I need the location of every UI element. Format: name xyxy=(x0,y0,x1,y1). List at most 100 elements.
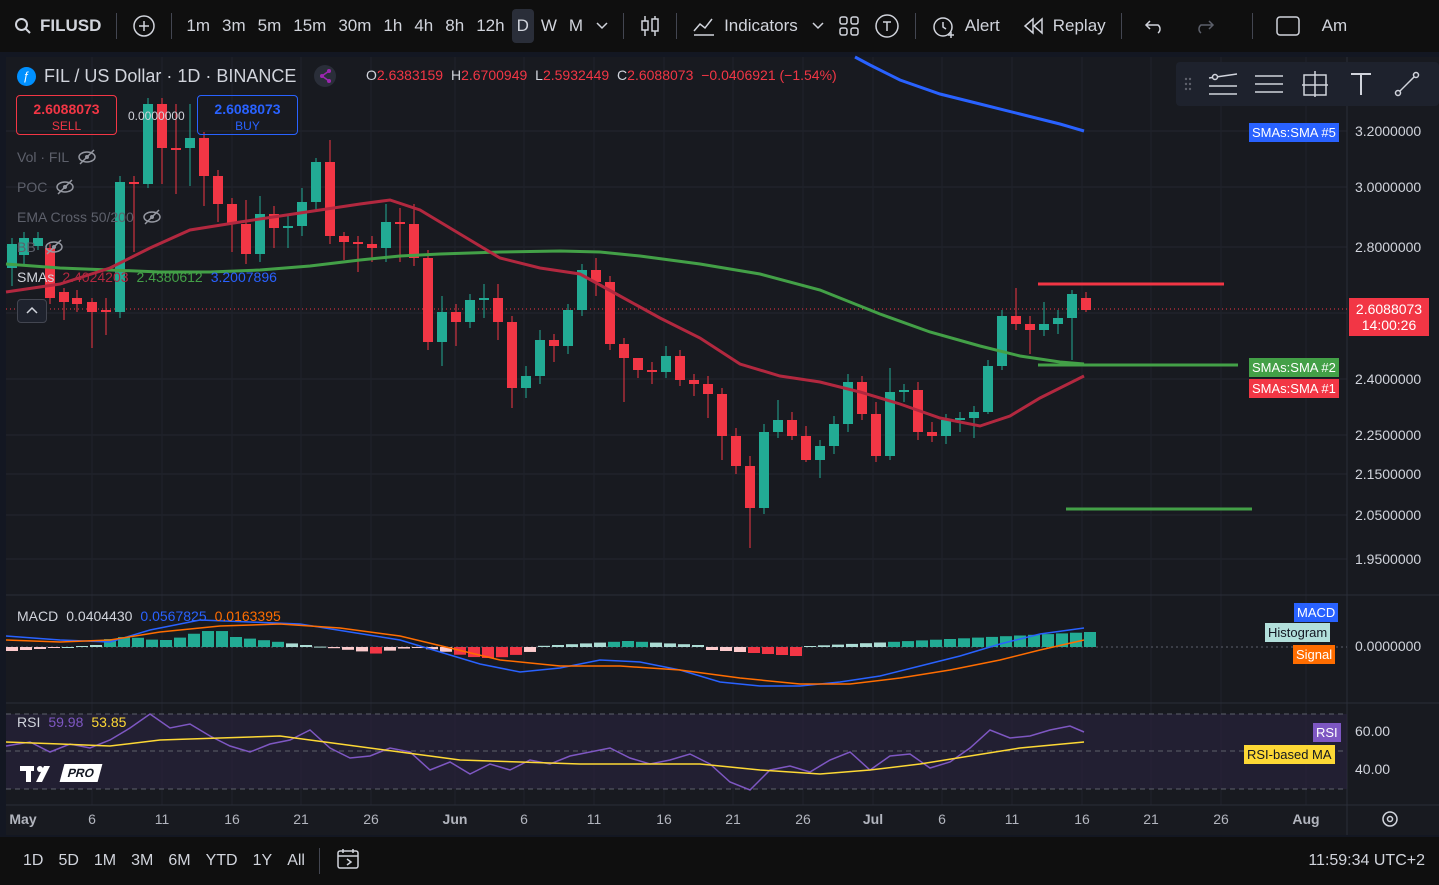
clock[interactable]: 11:59:34 UTC+2 xyxy=(1308,852,1425,870)
candle-body xyxy=(997,316,1007,366)
macd-histogram-bar xyxy=(594,642,606,647)
candle-body xyxy=(647,370,657,372)
eye-hidden-icon[interactable] xyxy=(55,179,75,195)
indicator-row-smas[interactable]: SMAs 2.4024203 2.4380612 3.2007896 xyxy=(17,269,277,285)
range-1m[interactable]: 1M xyxy=(88,852,122,870)
price-label: 3.0000000 xyxy=(1355,179,1422,195)
candle-body xyxy=(353,242,363,244)
macd-histogram-bar xyxy=(328,647,340,649)
macd-histogram-bar xyxy=(944,639,956,647)
macd-line xyxy=(5,619,1085,687)
candle-body xyxy=(1025,324,1035,330)
indicator-row-volume[interactable]: Vol · FIL xyxy=(17,149,97,165)
candle-body xyxy=(72,298,82,304)
indicator-name: Vol · FIL xyxy=(17,149,70,165)
range-all[interactable]: All xyxy=(281,852,311,870)
horizontal-lines-icon[interactable] xyxy=(1246,62,1292,106)
eye-hidden-icon[interactable] xyxy=(77,149,97,165)
macd-histogram-bar xyxy=(160,640,172,647)
candle-body xyxy=(171,148,181,150)
eye-hidden-icon[interactable] xyxy=(142,209,162,225)
candle-body xyxy=(1067,294,1077,318)
time-label: 11 xyxy=(586,811,602,827)
time-label: May xyxy=(9,811,37,827)
rsi-tag: RSI xyxy=(1313,723,1341,742)
candle-body xyxy=(199,138,209,176)
axis-settings-button[interactable] xyxy=(1380,809,1400,829)
candle-body xyxy=(311,162,321,202)
time-label: 6 xyxy=(938,811,946,827)
macd-value-3: 0.0163395 xyxy=(214,608,281,624)
macd-histogram-bar xyxy=(510,647,522,655)
macd-histogram-bar xyxy=(916,640,928,647)
indicator-row-poc[interactable]: POC xyxy=(17,179,75,195)
range-3m[interactable]: 3M xyxy=(125,852,159,870)
range-1y[interactable]: 1Y xyxy=(247,852,279,870)
indicator-row-ema-cross[interactable]: EMA Cross 50/200 xyxy=(17,209,162,225)
tradingview-logo[interactable]: PRO xyxy=(20,762,103,784)
range-1d[interactable]: 1D xyxy=(17,852,49,870)
candle-body xyxy=(689,380,699,384)
candle-body xyxy=(731,436,741,466)
range-5d[interactable]: 5D xyxy=(52,852,84,870)
range-6m[interactable]: 6M xyxy=(162,852,196,870)
candle-body xyxy=(983,366,993,412)
macd-histogram-bar xyxy=(874,642,886,647)
candle-body xyxy=(829,424,839,446)
logo-text: PRO xyxy=(59,764,103,782)
chart-title[interactable]: FIL / US Dollar · 1D · BINANCE xyxy=(44,66,296,87)
candle-body xyxy=(535,340,545,376)
macd-legend[interactable]: MACD 0.0404430 0.0567825 0.0163395 xyxy=(17,608,281,624)
candle-body xyxy=(745,466,755,508)
open-key: O xyxy=(366,67,377,83)
macd-histogram-bar xyxy=(258,640,270,647)
macd-histogram-bar xyxy=(790,647,802,656)
gear-icon xyxy=(1382,811,1398,827)
macd-histogram-bar xyxy=(1042,634,1054,647)
share-icon[interactable] xyxy=(314,65,337,87)
time-label: 16 xyxy=(224,811,240,827)
candle-body xyxy=(493,298,503,322)
buy-price: 2.6088073 xyxy=(214,101,281,117)
candle-body xyxy=(1081,298,1091,310)
collapse-legend-button[interactable] xyxy=(17,299,47,323)
eye-hidden-icon[interactable] xyxy=(44,239,64,255)
candle-body xyxy=(661,356,671,372)
range-ytd[interactable]: YTD xyxy=(200,852,244,870)
trend-line-icon[interactable] xyxy=(1384,62,1430,106)
sell-button[interactable]: 2.6088073 SELL xyxy=(16,95,117,135)
candle-body xyxy=(563,310,573,346)
indicator-row-bb[interactable]: BB xyxy=(17,239,64,255)
candle-body xyxy=(899,390,909,392)
macd-histogram-bar xyxy=(776,647,788,655)
smas-value-1: 2.4024203 xyxy=(62,269,129,285)
macd-histogram-bar xyxy=(62,647,74,648)
macd-histogram-bar xyxy=(286,643,298,647)
macd-label: MACD xyxy=(17,608,59,624)
price-label: 2.0500000 xyxy=(1355,507,1422,523)
candle-body xyxy=(339,236,349,242)
macd-histogram-bar xyxy=(678,644,690,647)
calendar-goto-icon xyxy=(337,848,359,869)
goto-date-button[interactable] xyxy=(336,847,362,876)
time-label: 26 xyxy=(363,811,379,827)
macd-tag: MACD xyxy=(1294,603,1339,622)
sma5-line xyxy=(854,55,1085,133)
buy-button[interactable]: 2.6088073 BUY xyxy=(197,95,298,135)
trend-channel-icon[interactable] xyxy=(1200,62,1246,106)
drag-handle-icon[interactable] xyxy=(1176,62,1200,106)
candle-body xyxy=(437,312,447,342)
price-label: 2.2500000 xyxy=(1355,427,1422,443)
bottom-toolbar: 1D 5D 1M 3M 6M YTD 1Y All 11:59:34 UTC+2 xyxy=(0,837,1439,885)
chevron-up-icon xyxy=(26,306,38,314)
time-label: 26 xyxy=(1213,811,1229,827)
rsi-legend[interactable]: RSI 59.98 53.85 xyxy=(17,714,126,730)
measure-icon[interactable] xyxy=(1292,62,1338,106)
macd-histogram-bar xyxy=(720,647,732,651)
rsi-40-label: 40.00 xyxy=(1355,761,1391,777)
bar-countdown: 14:00:26 xyxy=(1361,317,1417,333)
candle-body xyxy=(1011,316,1021,324)
time-label: 21 xyxy=(1143,811,1159,827)
candle-body xyxy=(325,162,335,236)
text-tool-icon[interactable] xyxy=(1338,62,1384,106)
